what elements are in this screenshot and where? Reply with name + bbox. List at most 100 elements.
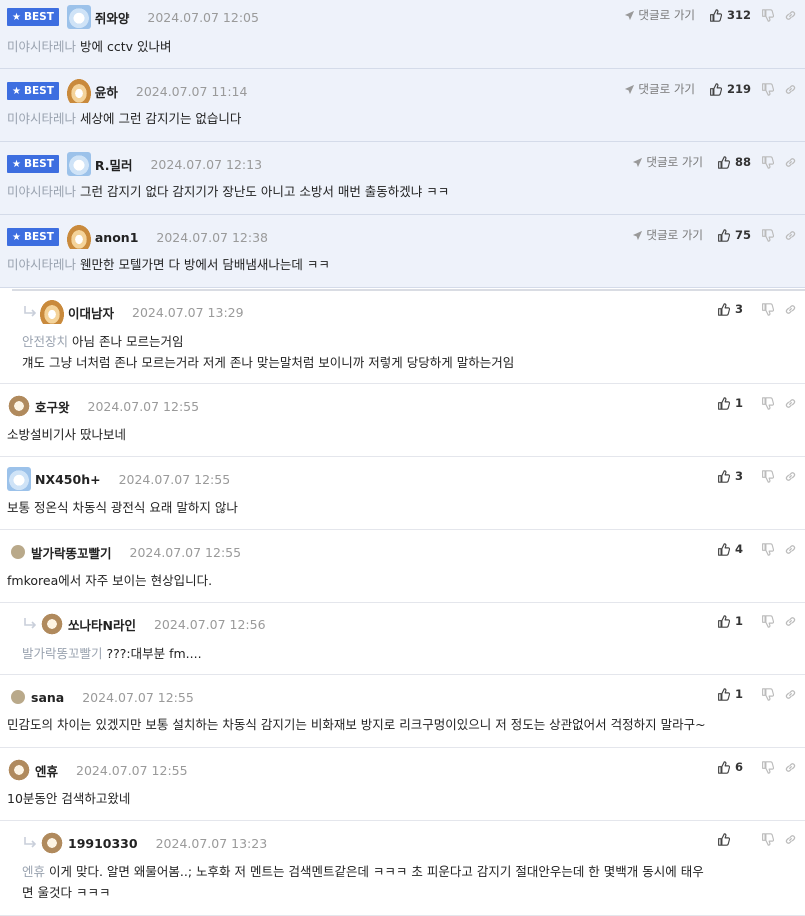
thumbs-down-icon[interactable] <box>761 542 774 556</box>
link-icon[interactable] <box>784 397 797 410</box>
author-nickname[interactable]: 이대남자 <box>68 303 114 322</box>
upvote-button[interactable]: 1 <box>717 396 751 410</box>
best-badge: ★ BEST <box>7 155 59 173</box>
comment-meta: 19910330 2024.07.07 13:23 <box>22 831 267 855</box>
comment-actions: 댓글로 가기 219 <box>624 81 797 97</box>
author-nickname[interactable]: 호구왓 <box>35 397 70 416</box>
thumbs-down-icon[interactable] <box>761 155 774 169</box>
comment-actions: 1 <box>717 396 797 410</box>
reply-comment: 쏘나타N라인 2024.07.07 12:56 1 발가락똥꼬빨기 ???:대부분 fm… <box>0 603 805 675</box>
avatar[interactable] <box>11 690 25 704</box>
upvote-button[interactable]: 3 <box>717 469 751 483</box>
comment-actions: 1 <box>717 614 797 628</box>
link-icon[interactable] <box>784 688 797 701</box>
thumbs-down-icon[interactable] <box>761 833 774 846</box>
upvote-count: 1 <box>735 396 744 410</box>
thumbs-up-icon <box>717 396 730 410</box>
reply-comment: 이대남자 2024.07.07 13:29 3 안전장치 아님 존나 모르는거임 걔도 그… <box>0 292 805 384</box>
thumbs-down-icon[interactable] <box>761 82 774 96</box>
reply-target-nickname[interactable]: 미야시타레나 <box>7 111 76 126</box>
best-comment: ★ BEST anon1 2024.07.07 12:38 댓글로 가기 75 미야시타레나… <box>0 215 805 288</box>
avatar[interactable] <box>7 758 31 782</box>
upvote-button[interactable]: 1 <box>717 687 751 701</box>
send-icon <box>624 10 635 21</box>
link-icon[interactable] <box>784 156 797 169</box>
link-icon[interactable] <box>784 229 797 242</box>
upvote-button[interactable]: 312 <box>709 8 751 22</box>
author-nickname[interactable]: R.밀러 <box>95 155 133 174</box>
upvote-button[interactable]: 75 <box>717 228 751 242</box>
author-nickname[interactable]: 윤하 <box>95 82 118 101</box>
reply-target-nickname[interactable]: 발가락똥꼬빨기 <box>22 646 103 661</box>
reply-target-nickname[interactable]: 안전장치 <box>22 334 68 349</box>
avatar[interactable] <box>7 467 31 491</box>
comment-meta: ★ BEST 쥐와양 2024.07.07 12:05 <box>7 5 259 29</box>
author-nickname[interactable]: sana <box>31 690 64 705</box>
reply-arrow-icon <box>22 617 40 631</box>
link-icon[interactable] <box>784 833 797 846</box>
reply-target-nickname[interactable]: 미야시타레나 <box>7 257 76 272</box>
author-nickname[interactable]: 엔휴 <box>35 761 58 780</box>
avatar[interactable] <box>40 612 64 636</box>
comment-date: 2024.07.07 12:56 <box>153 616 266 632</box>
author-nickname[interactable]: 19910330 <box>68 836 138 851</box>
author-nickname[interactable]: NX450h+ <box>35 472 101 487</box>
thumbs-down-icon[interactable] <box>761 614 774 628</box>
thumbs-down-icon[interactable] <box>761 469 774 483</box>
comment-line: 미야시타레나 그런 감지기 없다 감지기가 장난도 아니고 소방서 매번 출동하겠… <box>7 181 449 202</box>
avatar[interactable] <box>66 5 91 29</box>
comment-meta: NX450h+ 2024.07.07 12:55 <box>7 467 231 491</box>
thumbs-down-icon[interactable] <box>761 760 774 774</box>
avatar[interactable] <box>11 545 25 559</box>
comment-body: 안전장치 아님 존나 모르는거임 걔도 그냥 너처럼 존나 모르는거라 저게 존나 … <box>22 331 795 373</box>
goto-reply-label: 댓글로 가기 <box>646 228 703 242</box>
avatar[interactable] <box>66 79 91 103</box>
comment-body: 소방설비기사 땄나보네 <box>7 424 126 445</box>
link-icon[interactable] <box>784 615 797 628</box>
upvote-button[interactable]: 88 <box>717 155 751 169</box>
link-icon[interactable] <box>784 83 797 96</box>
best-badge-label: BEST <box>23 85 54 97</box>
best-badge: ★ BEST <box>7 8 59 26</box>
author-nickname[interactable]: 발가락똥꼬빨기 <box>31 543 112 562</box>
avatar[interactable] <box>66 152 91 176</box>
reply-target-nickname[interactable]: 엔휴 <box>22 864 45 879</box>
comment-date: 2024.07.07 12:55 <box>82 689 194 705</box>
avatar[interactable] <box>40 300 64 324</box>
link-icon[interactable] <box>784 470 797 483</box>
thumbs-down-icon[interactable] <box>761 8 774 22</box>
upvote-button[interactable]: 219 <box>709 82 751 96</box>
comment: 엔휴 2024.07.07 12:55 6 10분동안 검색하고왔네 <box>0 748 805 821</box>
avatar[interactable] <box>7 394 31 418</box>
link-icon[interactable] <box>784 303 797 316</box>
goto-reply-link[interactable]: 댓글로 가기 <box>624 7 695 23</box>
author-nickname[interactable]: 쥐와양 <box>95 8 130 27</box>
upvote-button[interactable]: 6 <box>717 760 751 774</box>
comment-date: 2024.07.07 12:55 <box>118 471 231 487</box>
thumbs-down-icon[interactable] <box>761 302 774 316</box>
author-nickname[interactable]: anon1 <box>95 230 139 245</box>
goto-reply-label: 댓글로 가기 <box>638 8 695 22</box>
link-icon[interactable] <box>784 543 797 556</box>
thumbs-down-icon[interactable] <box>761 687 774 701</box>
upvote-button[interactable]: 4 <box>717 542 751 556</box>
comment-actions <box>717 833 797 846</box>
thumbs-down-icon[interactable] <box>761 228 774 242</box>
avatar[interactable] <box>66 225 91 249</box>
thumbs-down-icon[interactable] <box>761 396 774 410</box>
upvote-button[interactable]: 3 <box>717 302 751 316</box>
reply-target-nickname[interactable]: 미야시타레나 <box>7 184 76 199</box>
link-icon[interactable] <box>784 9 797 22</box>
best-badge: ★ BEST <box>7 228 59 246</box>
avatar[interactable] <box>40 831 64 855</box>
reply-target-nickname[interactable]: 미야시타레나 <box>7 39 76 54</box>
goto-reply-link[interactable]: 댓글로 가기 <box>632 154 703 170</box>
goto-reply-link[interactable]: 댓글로 가기 <box>624 81 695 97</box>
author-nickname[interactable]: 쏘나타N라인 <box>68 615 136 634</box>
comment-line: 10분동안 검색하고왔네 <box>7 788 130 809</box>
upvote-button[interactable]: 1 <box>717 614 751 628</box>
link-icon[interactable] <box>784 761 797 774</box>
upvote-button[interactable] <box>717 833 751 846</box>
upvote-count: 1 <box>735 614 744 628</box>
goto-reply-link[interactable]: 댓글로 가기 <box>632 227 703 243</box>
